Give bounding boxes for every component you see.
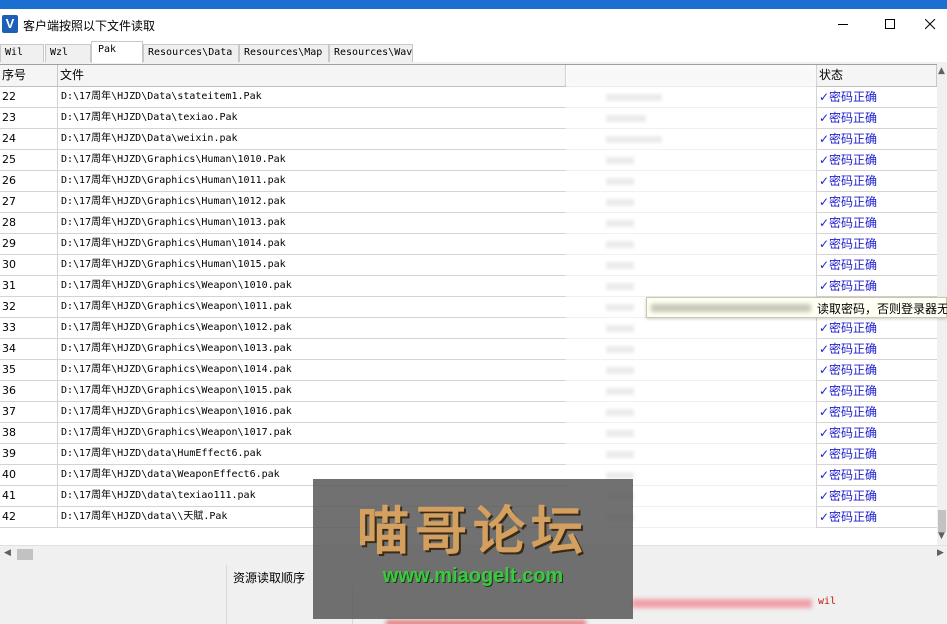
watermark-title: 喵哥论坛 — [356, 501, 589, 562]
window-title: 客户端按照以下文件读取 — [23, 19, 156, 33]
row-number: 22 — [0, 87, 58, 107]
panel-divider — [226, 565, 227, 624]
header-status[interactable]: 状态 — [816, 65, 937, 86]
row-number: 40 — [0, 465, 58, 485]
row-status: ✓密码正确 — [816, 318, 937, 338]
vertical-scroll-thumb[interactable] — [938, 510, 946, 532]
row-number: 34 — [0, 339, 58, 359]
row-status: ✓密码正确 — [816, 381, 937, 401]
row-file-path: D:\17周年\HJZD\Graphics\Human\1012.pak — [61, 196, 286, 207]
row-file-path: D:\17周年\HJZD\Graphics\Human\1015.pak — [61, 259, 286, 270]
tab-wil[interactable]: Wil — [0, 44, 44, 62]
minimize-button[interactable] — [820, 9, 866, 40]
maximize-icon — [885, 19, 895, 29]
close-icon — [925, 19, 936, 30]
maximize-button[interactable] — [867, 9, 913, 40]
tooltip: 读取密码，否则登录器无法 — [646, 297, 947, 318]
title-bar: V 客户端按照以下文件读取 — [0, 9, 947, 40]
row-status: ✓密码正确 — [816, 171, 937, 191]
tooltip-text: 读取密码，否则登录器无法 — [817, 302, 947, 316]
taskbar-strip — [0, 0, 947, 9]
row-file-path: D:\17周年\HJZD\Graphics\Weapon\1011.pak — [61, 301, 292, 312]
row-status: ✓密码正确 — [816, 213, 937, 233]
row-file-path: D:\17周年\HJZD\Graphics\Weapon\1015.pak — [61, 385, 292, 396]
row-status: ✓密码正确 — [816, 87, 937, 107]
tab-strip: Wil Wzl Pak Resources\Data Resources\Map… — [0, 40, 947, 63]
row-file-path: D:\17周年\HJZD\Graphics\Weapon\1017.pak — [61, 427, 292, 438]
row-file-path: D:\17周年\HJZD\Graphics\Human\1010.Pak — [61, 154, 286, 165]
row-file-path: D:\17周年\HJZD\Graphics\Weapon\1012.pak — [61, 322, 292, 333]
row-number: 42 — [0, 507, 58, 527]
row-status: ✓密码正确 — [816, 129, 937, 149]
row-status: ✓密码正确 — [816, 339, 937, 359]
resource-order-label: 资源读取顺序 — [233, 571, 306, 585]
row-status: ✓密码正确 — [816, 486, 937, 506]
row-file-path: D:\17周年\HJZD\Graphics\Weapon\1014.pak — [61, 364, 292, 375]
close-button[interactable] — [913, 9, 947, 40]
redacted-text — [632, 599, 812, 608]
row-status: ✓密码正确 — [816, 255, 937, 275]
row-number: 27 — [0, 192, 58, 212]
row-status: ✓密码正确 — [816, 276, 937, 296]
row-number: 32 — [0, 297, 58, 317]
app-icon: V — [2, 15, 18, 33]
row-status: ✓密码正确 — [816, 423, 937, 443]
row-file-path: D:\17周年\HJZD\Data\texiao.Pak — [61, 112, 238, 123]
row-number: 24 — [0, 129, 58, 149]
header-file[interactable]: 文件 — [58, 65, 566, 86]
tab-resources-map[interactable]: Resources\Map — [239, 44, 329, 62]
row-number: 29 — [0, 234, 58, 254]
row-file-path: D:\17周年\HJZD\Graphics\Human\1013.pak — [61, 217, 286, 228]
scroll-right-icon[interactable]: ▶ — [937, 548, 944, 558]
row-number: 26 — [0, 171, 58, 191]
row-number: 35 — [0, 360, 58, 380]
row-file-path: D:\17周年\HJZD\Data\stateitem1.Pak — [61, 91, 262, 102]
header-no[interactable]: 序号 — [0, 65, 58, 86]
tooltip-redacted — [651, 304, 811, 312]
tab-pak[interactable]: Pak — [91, 41, 143, 63]
row-status: ✓密码正确 — [816, 465, 937, 485]
row-file-path: D:\17周年\HJZD\Graphics\Weapon\1010.pak — [61, 280, 292, 291]
row-number: 25 — [0, 150, 58, 170]
row-number: 41 — [0, 486, 58, 506]
row-number: 30 — [0, 255, 58, 275]
row-status: ✓密码正确 — [816, 507, 937, 527]
row-file-path: D:\17周年\HJZD\Graphics\Weapon\1016.pak — [61, 406, 292, 417]
tab-resources-data[interactable]: Resources\Data — [143, 44, 239, 62]
row-status: ✓密码正确 — [816, 192, 937, 212]
scroll-left-icon[interactable]: ◀ — [4, 548, 11, 558]
row-number: 23 — [0, 108, 58, 128]
row-number: 36 — [0, 381, 58, 401]
row-status: ✓密码正确 — [816, 108, 937, 128]
scroll-up-icon[interactable]: ▲ — [938, 66, 945, 76]
row-number: 37 — [0, 402, 58, 422]
row-status: ✓密码正确 — [816, 360, 937, 380]
row-number: 31 — [0, 276, 58, 296]
row-status: ✓密码正确 — [816, 234, 937, 254]
watermark-url: www.miaogelt.com — [382, 565, 564, 587]
row-status: ✓密码正确 — [816, 444, 937, 464]
row-number: 39 — [0, 444, 58, 464]
row-file-path: D:\17周年\HJZD\data\HumEffect6.pak — [61, 448, 262, 459]
row-number: 33 — [0, 318, 58, 338]
row-status: ✓密码正确 — [816, 150, 937, 170]
row-number: 38 — [0, 423, 58, 443]
row-file-path: D:\17周年\HJZD\Graphics\Weapon\1013.pak — [61, 343, 292, 354]
watermark: 喵哥论坛 www.miaogelt.com — [313, 479, 633, 619]
row-file-path: D:\17周年\HJZD\Graphics\Human\1014.pak — [61, 238, 286, 249]
redacted-text — [386, 620, 586, 624]
scroll-down-icon[interactable]: ▼ — [938, 531, 945, 541]
minimize-icon — [838, 24, 848, 25]
tab-resources-wav[interactable]: Resources\Wav — [329, 44, 413, 62]
tab-wzl[interactable]: Wzl — [45, 44, 91, 62]
resource-item[interactable]: wil — [818, 596, 836, 607]
row-file-path: D:\17周年\HJZD\Graphics\Human\1011.pak — [61, 175, 286, 186]
row-file-path: D:\17周年\HJZD\Data\weixin.pak — [61, 133, 238, 144]
row-status: ✓密码正确 — [816, 402, 937, 422]
horizontal-scroll-thumb[interactable] — [17, 549, 33, 560]
row-number: 28 — [0, 213, 58, 233]
